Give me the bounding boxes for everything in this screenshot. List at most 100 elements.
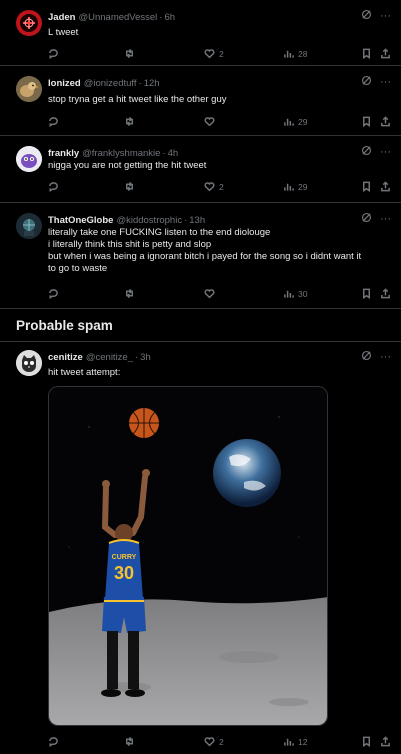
like-button[interactable]: 2 xyxy=(204,48,224,59)
tweet-text-line: nigga you are not getting the hit tweet xyxy=(48,160,207,171)
tweet-header: ThatOneGlobe @kiddostrophic · 13h xyxy=(48,215,205,226)
share-button[interactable] xyxy=(380,116,391,127)
views-icon xyxy=(284,290,294,298)
bookmark-button[interactable] xyxy=(361,288,372,299)
avatar[interactable] xyxy=(16,213,42,239)
more-options-icon[interactable]: ··· xyxy=(380,10,391,22)
handle[interactable]: @kiddostrophic xyxy=(116,215,182,226)
tweet-top-icons: ··· xyxy=(361,75,391,89)
probable-spam-heading: Probable spam xyxy=(16,318,113,333)
grok-icon[interactable] xyxy=(361,9,372,23)
avatar[interactable] xyxy=(16,350,42,376)
grok-icon[interactable] xyxy=(361,350,372,364)
avatar[interactable] xyxy=(16,76,42,102)
views-button[interactable]: 12 xyxy=(283,736,307,747)
retweet-button[interactable] xyxy=(124,288,139,299)
views-button[interactable]: 29 xyxy=(283,116,307,127)
share-icon xyxy=(381,288,390,299)
handle[interactable]: @UnnamedVessel xyxy=(78,12,157,23)
views-icon xyxy=(284,738,294,746)
display-name[interactable]: Jaden xyxy=(48,12,75,23)
grok-icon[interactable] xyxy=(361,145,372,159)
retweet-button[interactable] xyxy=(124,181,139,192)
more-options-icon[interactable]: ··· xyxy=(380,146,391,158)
reply-tweet[interactable]: Ionized @ionizedtuff · 12h ··· stop tryna g… xyxy=(0,66,401,136)
reply-tweet[interactable]: ThatOneGlobe @kiddostrophic · 13h ··· liter… xyxy=(0,203,401,309)
view-count: 29 xyxy=(298,181,308,192)
share-button[interactable] xyxy=(380,288,391,299)
basketball-moon-image[interactable]: CURRY 30 xyxy=(48,386,328,726)
bookmark-button[interactable] xyxy=(361,181,372,192)
retweet-button[interactable] xyxy=(124,116,139,127)
retweet-button[interactable] xyxy=(124,736,139,747)
like-button[interactable]: 2 xyxy=(204,736,224,747)
views-button[interactable]: 30 xyxy=(283,288,307,299)
timestamp[interactable]: 12h xyxy=(144,78,160,89)
separator-dot: · xyxy=(184,215,188,226)
more-options-icon[interactable]: ··· xyxy=(380,76,391,88)
tweet-text-line: i literally think this shit is petty and… xyxy=(48,239,212,250)
earth-icon xyxy=(213,439,281,507)
bookmark-button[interactable] xyxy=(361,116,372,127)
timestamp[interactable]: 3h xyxy=(140,352,151,363)
like-count: 2 xyxy=(219,736,224,747)
like-button[interactable] xyxy=(204,288,219,299)
bookmark-button[interactable] xyxy=(361,736,372,747)
display-name[interactable]: cenitize xyxy=(48,352,83,363)
reply-icon xyxy=(49,49,58,59)
share-icon xyxy=(381,116,390,127)
reply-button[interactable] xyxy=(48,48,63,59)
reply-button[interactable] xyxy=(48,288,63,299)
retweet-icon xyxy=(126,48,133,59)
display-name[interactable]: Ionized xyxy=(48,78,81,89)
reply-button[interactable] xyxy=(48,736,63,747)
more-options-icon[interactable]: ··· xyxy=(380,351,391,363)
more-options-icon[interactable]: ··· xyxy=(380,213,391,225)
separator-dot: · xyxy=(135,352,139,363)
bookmark-icon xyxy=(363,736,370,747)
views-button[interactable]: 28 xyxy=(283,48,307,59)
reply-tweet[interactable]: Jaden @UnnamedVessel · 6h ··· L tweet 2 28 xyxy=(0,0,401,66)
retweet-icon xyxy=(126,116,133,127)
tweet-actions: 2 28 xyxy=(48,48,393,62)
tweet-text-line: stop tryna get a hit tweet like the othe… xyxy=(48,94,227,105)
tweet-text: literally take one FUCKING listen to the… xyxy=(48,227,393,275)
timestamp[interactable]: 13h xyxy=(189,215,205,226)
view-count: 12 xyxy=(298,736,308,747)
share-button[interactable] xyxy=(380,181,391,192)
handle[interactable]: @ionizedtuff xyxy=(84,78,137,89)
views-button[interactable]: 29 xyxy=(283,181,307,192)
separator-dot: · xyxy=(162,148,166,159)
reply-button[interactable] xyxy=(48,116,63,127)
retweet-button[interactable] xyxy=(124,48,139,59)
tweet-actions: 30 xyxy=(48,288,393,302)
share-icon xyxy=(381,48,390,59)
tweet-actions: 2 29 xyxy=(48,181,393,195)
grok-icon[interactable] xyxy=(361,212,372,226)
share-button[interactable] xyxy=(380,48,391,59)
views-icon xyxy=(284,183,294,191)
avatar[interactable] xyxy=(16,10,42,36)
reply-icon xyxy=(49,737,58,747)
avatar[interactable] xyxy=(16,146,42,172)
timestamp[interactable]: 4h xyxy=(168,148,179,159)
display-name[interactable]: frankly xyxy=(48,148,79,159)
tweet-top-icons: ··· xyxy=(361,212,391,226)
share-button[interactable] xyxy=(380,736,391,747)
bookmark-button[interactable] xyxy=(361,48,372,59)
tweet-text-line: L tweet xyxy=(48,27,79,38)
reply-tweet[interactable]: frankly @franklyshmankie · 4h ··· nigga you… xyxy=(0,136,401,203)
tweet-text: L tweet xyxy=(48,27,393,39)
handle[interactable]: @cenitize_ xyxy=(86,352,133,363)
like-button[interactable] xyxy=(204,116,219,127)
reply-icon xyxy=(49,289,58,299)
reply-button[interactable] xyxy=(48,181,63,192)
display-name[interactable]: ThatOneGlobe xyxy=(48,215,113,226)
tweet-text: hit tweet attempt: xyxy=(48,367,393,379)
handle[interactable]: @franklyshmankie xyxy=(82,148,160,159)
grok-icon[interactable] xyxy=(361,75,372,89)
timestamp[interactable]: 6h xyxy=(164,12,175,23)
view-count: 30 xyxy=(298,288,308,299)
like-button[interactable]: 2 xyxy=(204,181,224,192)
reply-feed: Jaden @UnnamedVessel · 6h ··· L tweet 2 28 … xyxy=(0,0,401,754)
